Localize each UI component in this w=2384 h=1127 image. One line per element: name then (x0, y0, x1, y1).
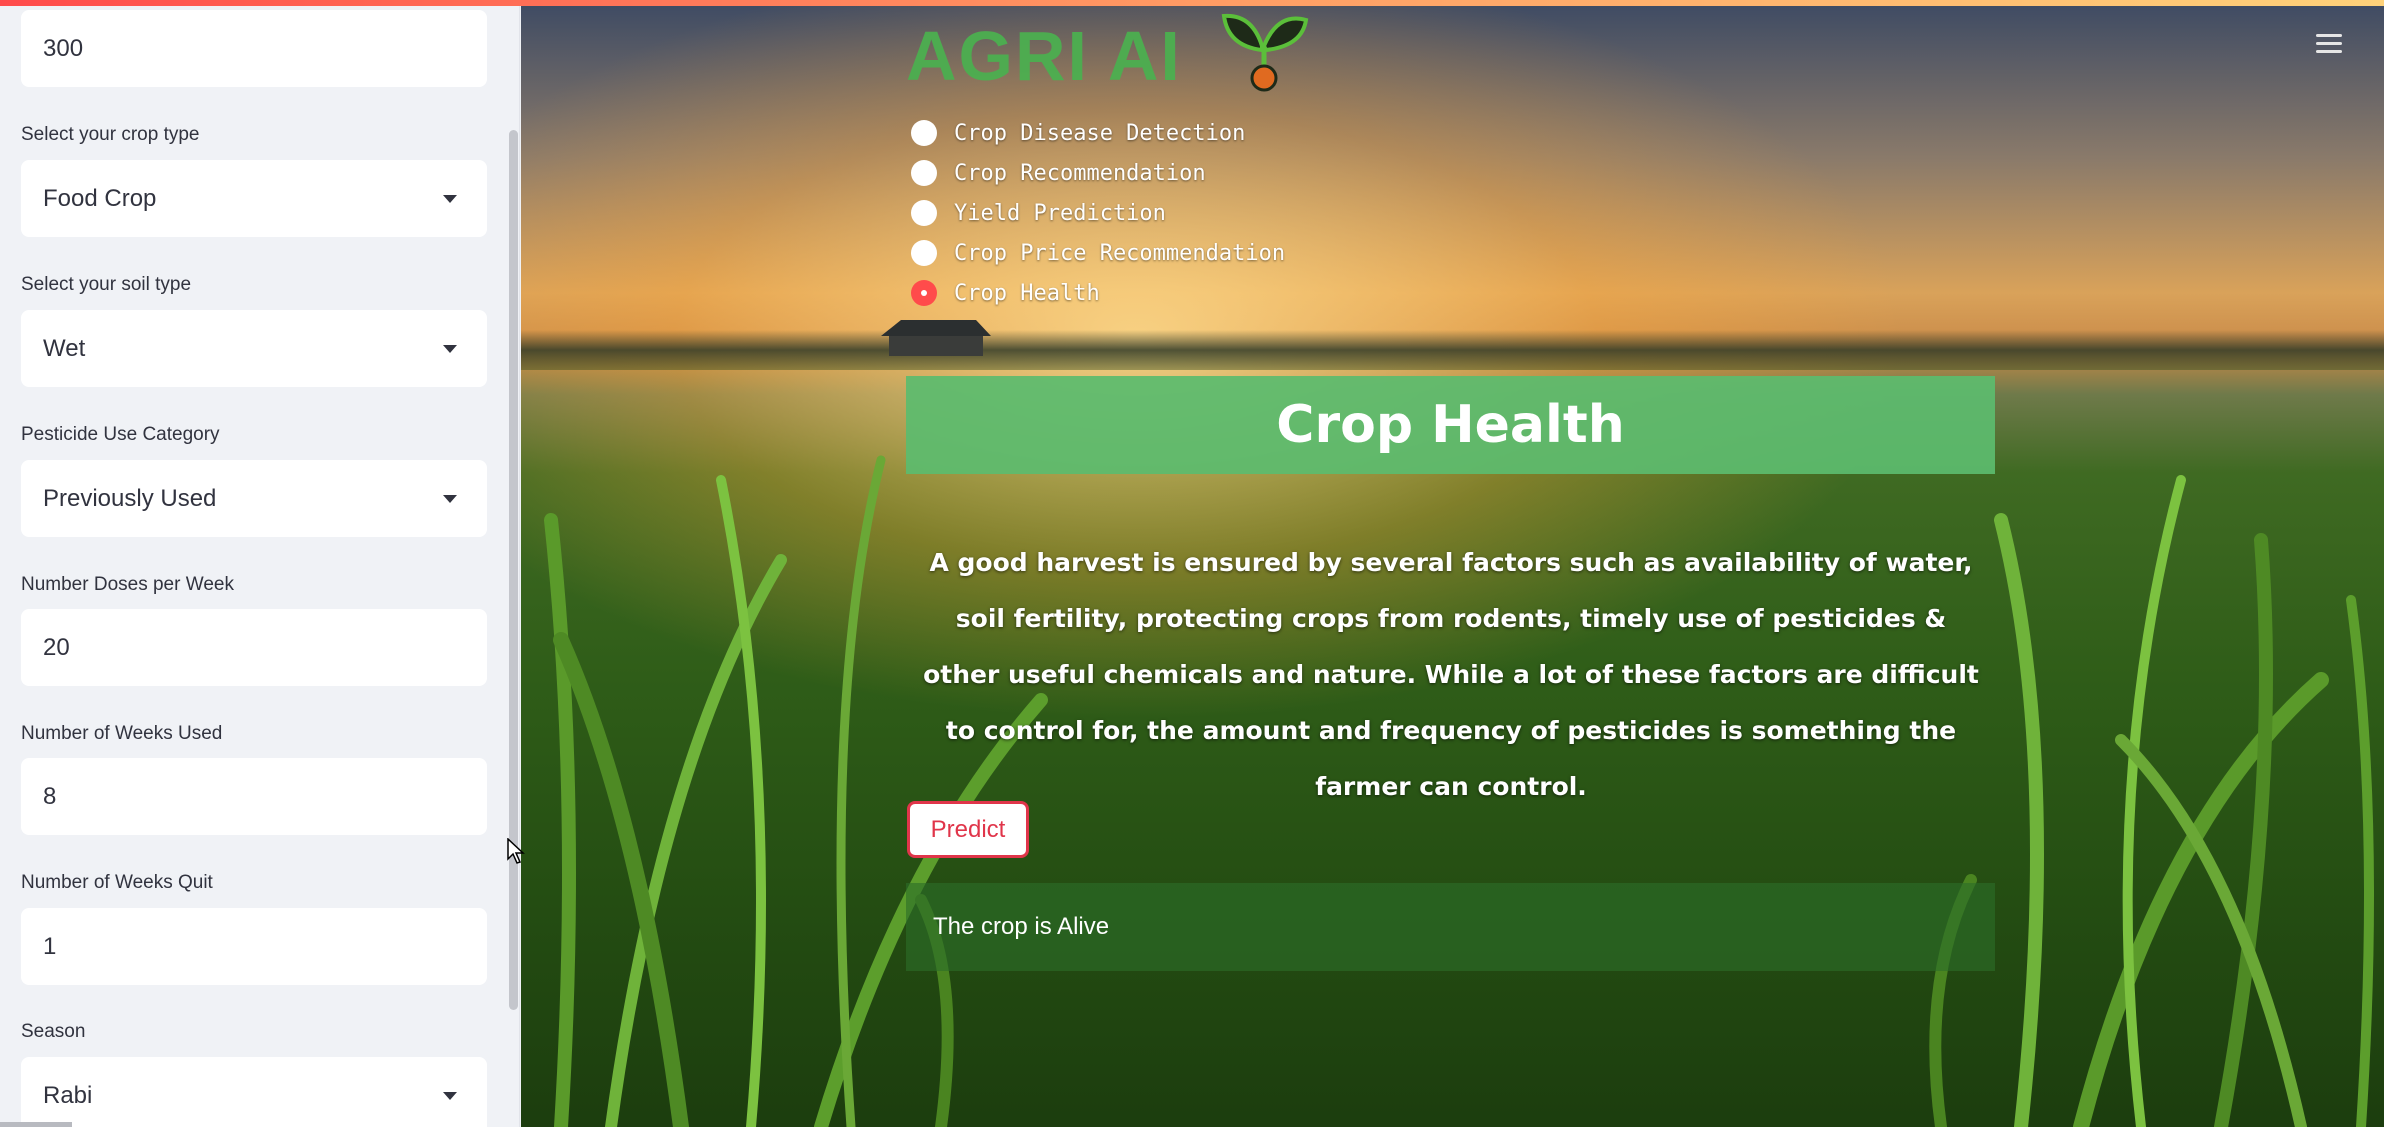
weeks-quit-value[interactable]: 1 (21, 908, 487, 985)
sidebar-scrollbar[interactable] (509, 130, 518, 1010)
weeks-quit-input[interactable]: 1 (21, 908, 487, 985)
chevron-down-icon (443, 344, 457, 353)
radio-button-icon[interactable] (911, 160, 937, 186)
doses-per-week-label: Number Doses per Week (21, 574, 234, 595)
nav-option-label: Crop Health (954, 280, 1100, 306)
page-radio-nav: Crop Disease Detection Crop Recommendati… (911, 113, 1285, 313)
result-box: The crop is Alive (906, 883, 1995, 971)
page-title: Crop Health (1276, 395, 1625, 455)
description-text: A good harvest is ensured by several fac… (923, 548, 1979, 801)
crop-type-value: Food Crop (43, 184, 157, 212)
doses-per-week-input[interactable]: 20 (21, 609, 487, 686)
weeks-used-input[interactable]: 8 (21, 758, 487, 835)
soil-type-label: Select your soil type (21, 274, 192, 295)
sprout-logo-icon (1221, 13, 1309, 92)
main-content: AGRI AI Crop Disease Detection Crop Reco… (521, 0, 2384, 1127)
season-select[interactable]: Rabi (21, 1057, 487, 1127)
soil-type-value: Wet (43, 334, 86, 362)
radio-button-icon[interactable] (911, 200, 937, 226)
season-value: Rabi (43, 1081, 93, 1109)
top-accent-line (0, 0, 2384, 6)
sidebar: 300 Select your crop type Food Crop Sele… (0, 0, 520, 1127)
season-label: Season (21, 1021, 86, 1042)
nav-option-label: Yield Prediction (954, 200, 1166, 226)
top-number-input[interactable]: 300 (21, 10, 487, 87)
nav-option-crop-health[interactable]: Crop Health (911, 273, 1285, 313)
mouse-cursor-icon (507, 838, 525, 864)
chevron-down-icon (443, 194, 457, 203)
pesticide-category-select[interactable]: Previously Used (21, 460, 487, 537)
doses-per-week-value[interactable]: 20 (21, 609, 487, 686)
crop-type-label: Select your crop type (21, 124, 200, 145)
app-logo-text: AGRI AI (906, 17, 1182, 95)
weeks-quit-label: Number of Weeks Quit (21, 872, 213, 893)
nav-option-crop-price-recommendation[interactable]: Crop Price Recommendation (911, 233, 1285, 273)
chevron-down-icon (443, 494, 457, 503)
page-title-banner: Crop Health (906, 376, 1995, 474)
weeks-used-label: Number of Weeks Used (21, 723, 223, 744)
hamburger-menu-icon[interactable] (2316, 34, 2342, 54)
soil-type-select[interactable]: Wet (21, 310, 487, 387)
weeks-used-value[interactable]: 8 (21, 758, 487, 835)
nav-option-yield-prediction[interactable]: Yield Prediction (911, 193, 1285, 233)
crop-type-select[interactable]: Food Crop (21, 160, 487, 237)
radio-button-icon[interactable] (911, 240, 937, 266)
pesticide-category-value: Previously Used (43, 484, 217, 512)
nav-option-label: Crop Disease Detection (954, 120, 1246, 146)
nav-option-crop-disease-detection[interactable]: Crop Disease Detection (911, 113, 1285, 153)
chevron-down-icon (443, 1091, 457, 1100)
pesticide-category-label: Pesticide Use Category (21, 424, 220, 445)
radio-selected-icon[interactable] (911, 280, 937, 306)
radio-button-icon[interactable] (911, 120, 937, 146)
nav-option-label: Crop Price Recommendation (954, 240, 1286, 266)
nav-option-label: Crop Recommendation (954, 160, 1206, 186)
result-text: The crop is Alive (933, 913, 1110, 940)
top-number-input-value[interactable]: 300 (21, 10, 487, 87)
sidebar-horizontal-scrollbar[interactable] (0, 1122, 72, 1127)
predict-button[interactable]: Predict (907, 801, 1029, 858)
nav-option-crop-recommendation[interactable]: Crop Recommendation (911, 153, 1285, 193)
